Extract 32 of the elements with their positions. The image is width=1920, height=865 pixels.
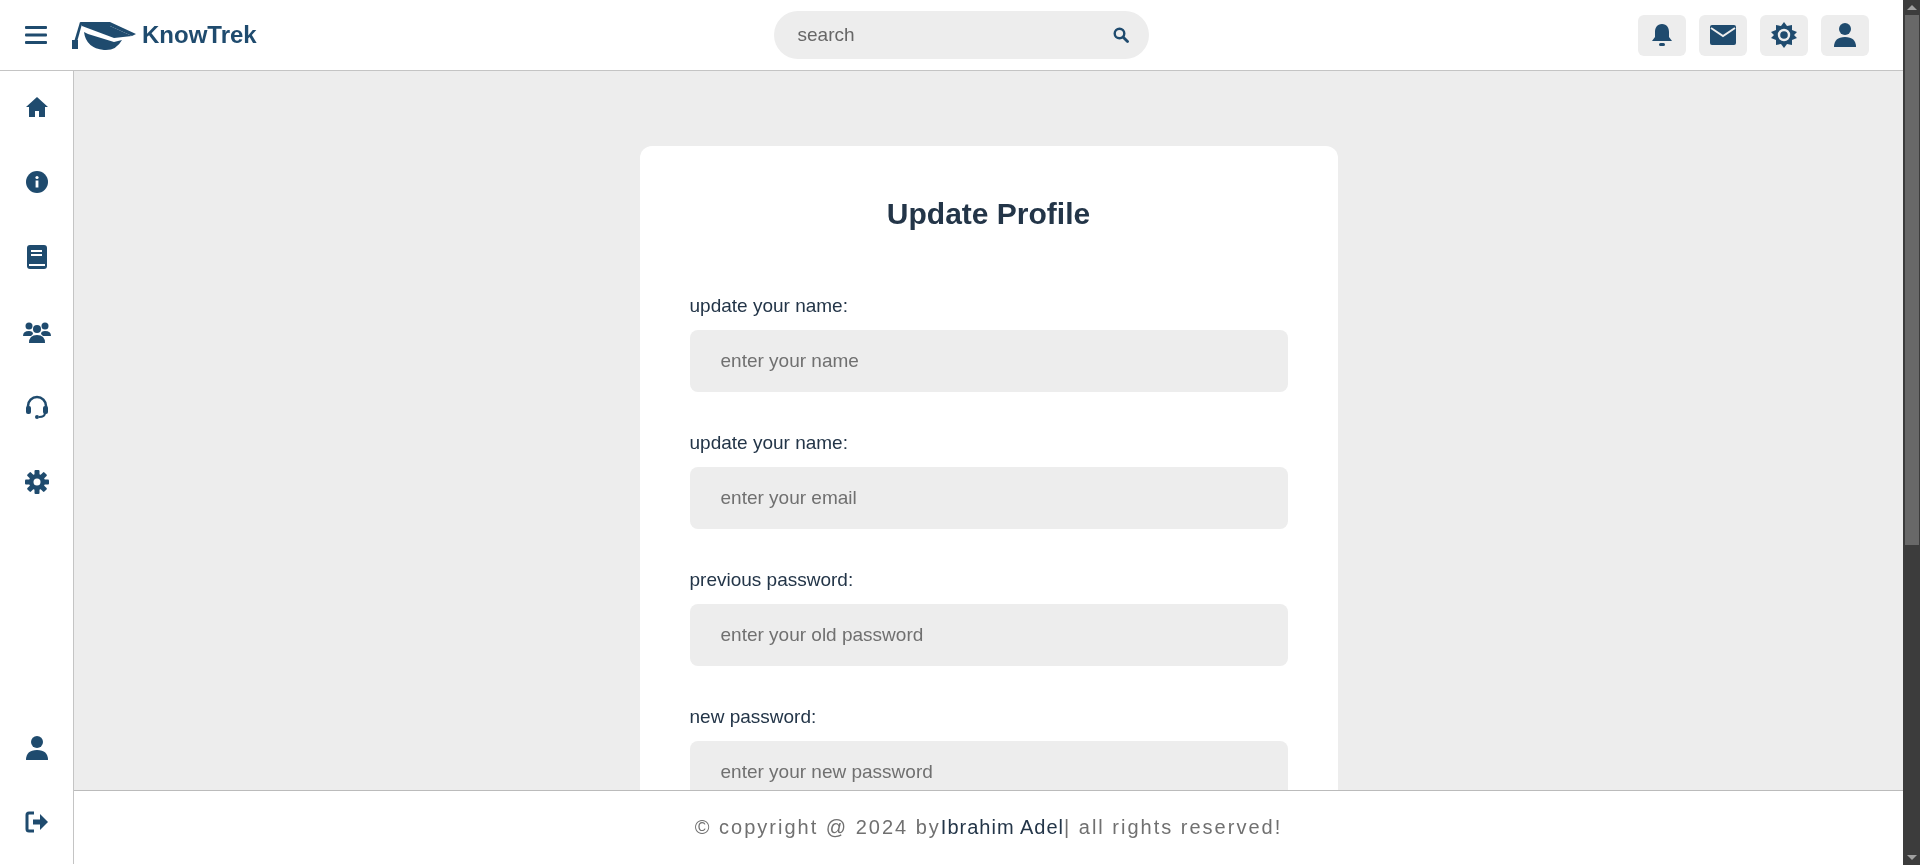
messages-button[interactable] (1699, 14, 1747, 56)
envelope-icon (1710, 25, 1736, 45)
notifications-button[interactable] (1638, 14, 1686, 56)
input-field[interactable]: enter your name (689, 330, 1288, 392)
scroll-thumb[interactable] (1904, 15, 1919, 545)
field-label: new password: (689, 706, 818, 728)
settings-icon[interactable] (24, 468, 49, 496)
menu-icon[interactable] (25, 26, 47, 44)
brand-name: KnowTrek (142, 21, 257, 49)
scroll-up-icon[interactable] (1906, 5, 1917, 10)
info-icon[interactable] (25, 168, 48, 196)
settings-icon (1771, 22, 1797, 48)
settings-button[interactable] (1760, 14, 1808, 56)
scrollbar[interactable] (1903, 0, 1920, 865)
form-title: Update Profile (885, 197, 1092, 231)
copyright-text: © copyright @ 2024 byIbrahim Adel| all rights reserved! (694, 816, 1283, 839)
input-field[interactable]: enter your email (689, 467, 1288, 529)
headset-icon[interactable] (24, 393, 49, 421)
search-field[interactable]: search (773, 11, 1149, 59)
book-icon[interactable] (26, 243, 47, 271)
field-label: previous password: (689, 569, 855, 591)
input-field[interactable]: enter your old password (689, 604, 1288, 666)
user-icon[interactable] (25, 734, 48, 762)
scroll-down-icon[interactable] (1906, 855, 1917, 860)
field-label: update your name: (689, 295, 849, 317)
bell-icon (1651, 23, 1673, 47)
search-icon[interactable] (1112, 27, 1129, 43)
user-icon (1834, 23, 1856, 47)
input-field[interactable]: enter your new password (689, 741, 1288, 790)
profile-button[interactable] (1821, 14, 1869, 56)
field-label: update your name: (689, 432, 849, 454)
author-link[interactable]: Ibrahim Adel (940, 816, 1065, 838)
